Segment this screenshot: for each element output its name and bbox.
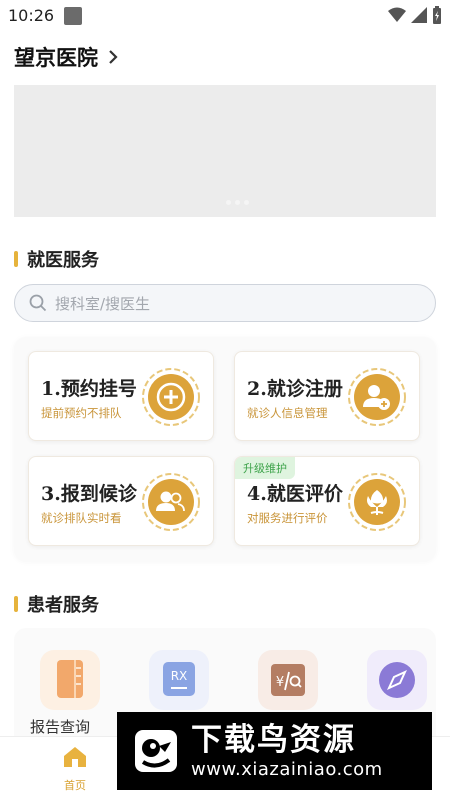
- service-subtitle: 对服务进行评价: [247, 511, 328, 525]
- service-title: 2.就诊注册: [247, 378, 343, 400]
- plus-icon: [142, 368, 200, 426]
- service-title: 3.报到候诊: [41, 483, 137, 505]
- service-card-evaluation[interactable]: 升级维护 4.就医评价 对服务进行评价: [234, 456, 420, 546]
- user-add-icon: [348, 368, 406, 426]
- service-subtitle: 就诊排队实时看: [41, 511, 122, 525]
- chevron-right-icon: [109, 50, 118, 64]
- services-panel: 1.预约挂号 提前预约不排队 2.就诊注册 就诊人信息管理 3.报到候诊 就诊排…: [14, 337, 436, 561]
- watermark-title: 下载鸟资源: [191, 722, 356, 758]
- section-accent-bar: [14, 251, 18, 267]
- tab-label: 首页: [64, 779, 86, 792]
- carousel-dots: [226, 200, 249, 205]
- watermark-overlay: 下载鸟资源 www.xiazainiao.com: [117, 712, 432, 790]
- service-card-registration[interactable]: 2.就诊注册 就诊人信息管理: [234, 351, 420, 441]
- service-subtitle: 就诊人信息管理: [247, 406, 328, 420]
- queue-icon: [142, 473, 200, 531]
- bird-logo-icon: [135, 730, 177, 772]
- status-time: 10:26: [8, 6, 55, 25]
- flower-icon: [348, 473, 406, 531]
- system-icons: [388, 6, 442, 24]
- banner-carousel[interactable]: [14, 85, 436, 217]
- section-accent-bar: [14, 596, 18, 612]
- home-icon: [64, 747, 86, 767]
- prescription-icon: RX: [149, 650, 209, 710]
- svg-text:¥: ¥: [276, 675, 284, 690]
- section-label: 患者服务: [27, 595, 99, 616]
- service-title: 1.预约挂号: [41, 378, 137, 400]
- service-card-appointment[interactable]: 1.预约挂号 提前预约不排队: [28, 351, 214, 441]
- payment-query-icon: ¥: [258, 650, 318, 710]
- patient-service-label: 报告查询: [30, 718, 91, 736]
- section-title-patient: 患者服务: [14, 591, 99, 617]
- maintenance-badge: 升级维护: [235, 457, 295, 479]
- battery-icon: [433, 6, 441, 24]
- status-bar: 10:26: [0, 0, 450, 32]
- tab-home[interactable]: 首页: [25, 745, 125, 793]
- service-subtitle: 提前预约不排队: [41, 406, 122, 420]
- section-title-medical: 就医服务: [14, 246, 99, 272]
- service-title: 4.就医评价: [247, 483, 343, 505]
- hospital-name: 望京医院: [14, 46, 98, 70]
- watermark-url: www.xiazainiao.com: [191, 759, 383, 780]
- search-icon: [29, 294, 47, 312]
- search-placeholder: 搜科室/搜医生: [55, 294, 151, 313]
- wifi-icon: [388, 7, 406, 22]
- report-icon: [40, 650, 100, 710]
- service-card-checkin[interactable]: 3.报到候诊 就诊排队实时看: [28, 456, 214, 546]
- search-input[interactable]: 搜科室/搜医生: [14, 284, 436, 322]
- section-label: 就医服务: [27, 250, 99, 271]
- notification-icon: [64, 7, 82, 25]
- signal-icon: [411, 7, 427, 23]
- svg-text:RX: RX: [171, 669, 188, 683]
- compass-icon: [367, 650, 427, 710]
- hospital-selector[interactable]: 望京医院: [14, 42, 118, 72]
